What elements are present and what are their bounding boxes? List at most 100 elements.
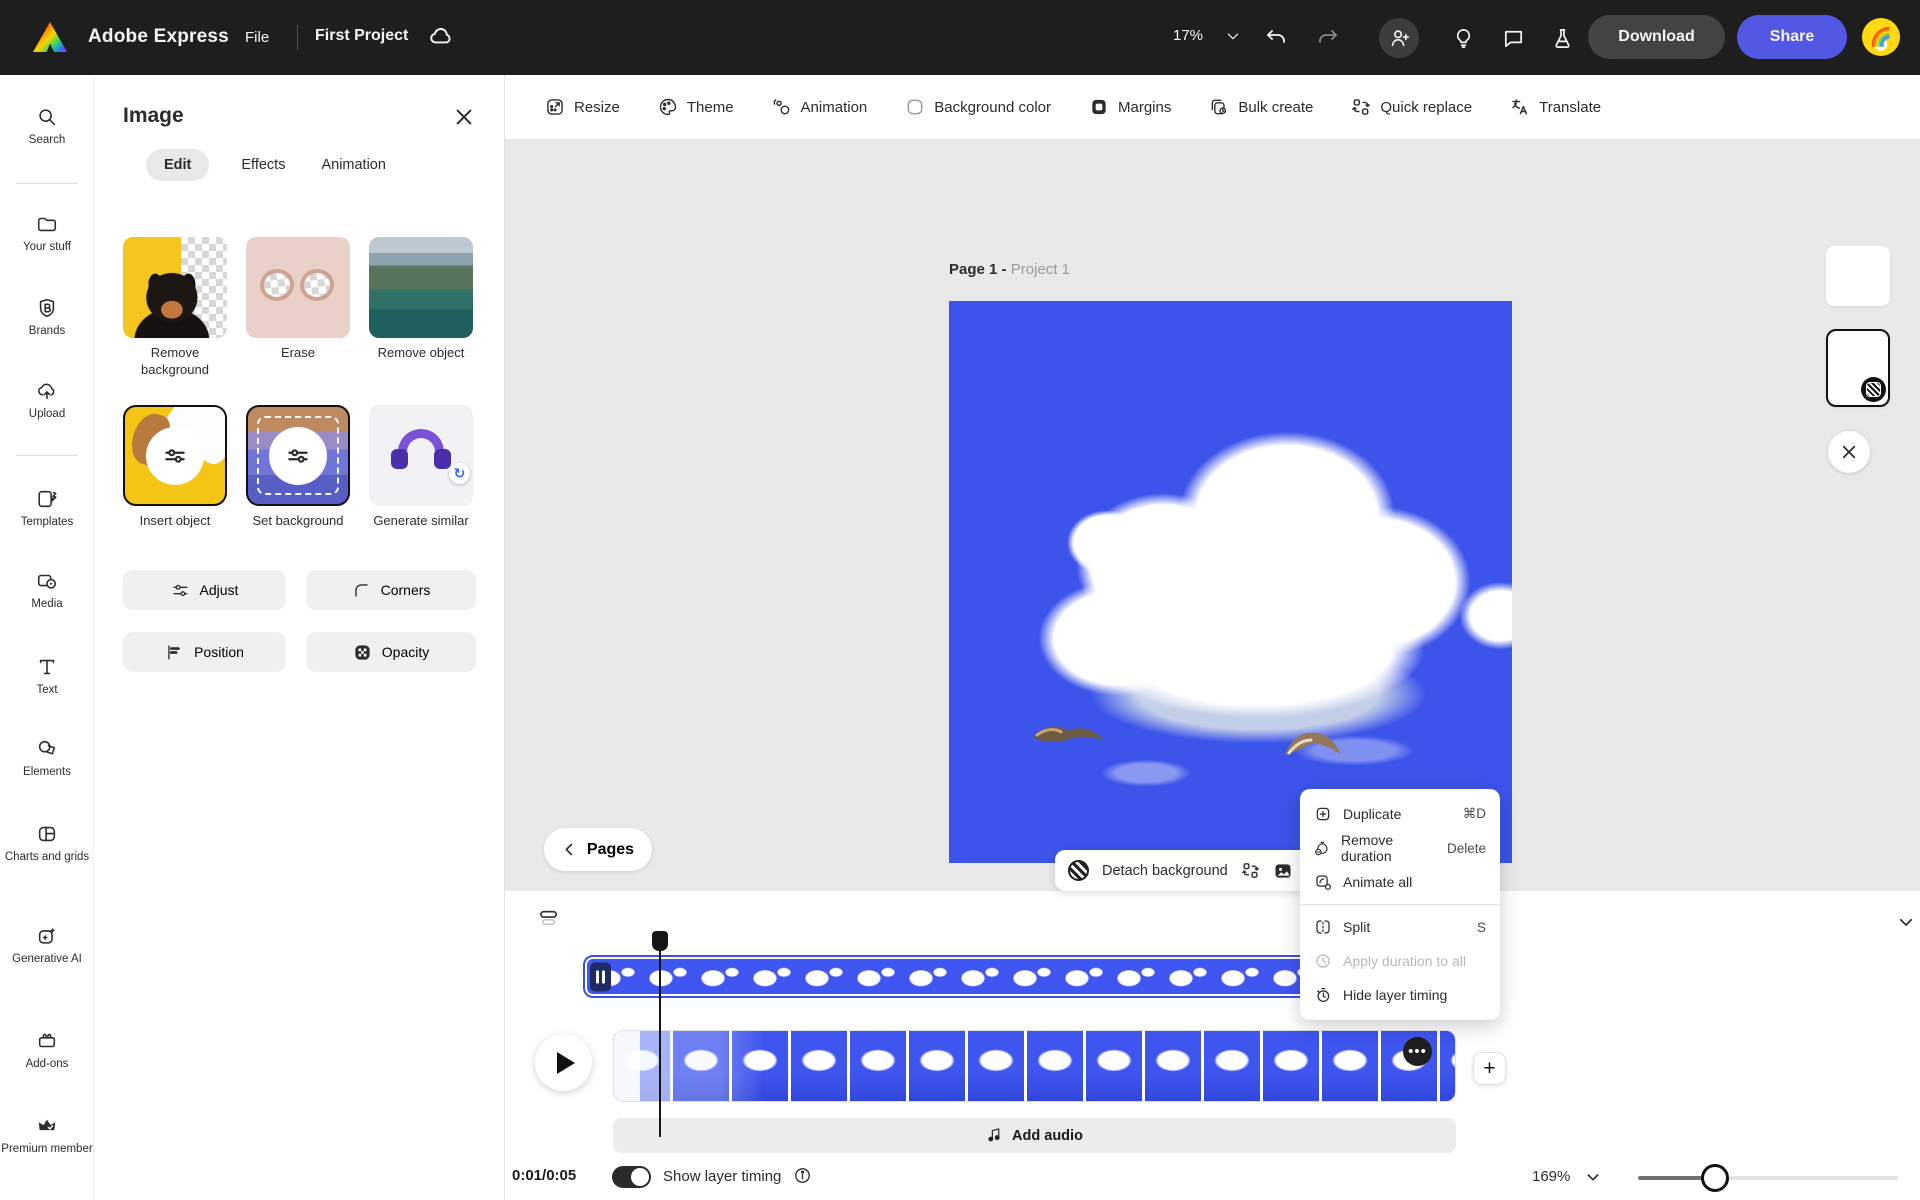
adjust-button[interactable]: Adjust [123,570,286,610]
sidebar-item-upload[interactable]: Upload [0,380,94,423]
design-canvas-sky-image[interactable] [949,301,1512,863]
menu-item-apply-duration-to-all: Apply duration to all [1300,944,1500,978]
theme-tool[interactable]: Theme [658,97,734,117]
adobe-express-logo-icon[interactable] [33,22,67,52]
canvas-zoom-control[interactable]: 17% [1173,27,1241,44]
slider-knob[interactable] [1701,1164,1729,1192]
page-thumbnail-2-selected[interactable] [1826,329,1890,407]
theme-palette-icon [658,97,678,117]
file-menu[interactable]: File [245,29,269,46]
sidebar-divider [16,455,78,456]
menu-item-remove-duration[interactable]: Remove duration Delete [1300,831,1500,865]
playhead-handle[interactable] [652,931,668,951]
invite-people-button[interactable] [1379,18,1419,58]
crown-icon [36,1115,58,1137]
download-button[interactable]: Download [1588,15,1725,59]
chevron-down-icon [1585,1169,1601,1185]
timeline-panel: ••• + Add audio 0:01/0:05 Show layer tim… [505,891,1920,1200]
sidebar-item-add-ons[interactable]: Add-ons [0,1030,94,1073]
animation-tool[interactable]: Animation [772,97,868,117]
tool-set-background[interactable]: Set background [246,405,350,530]
panel-title: Image [123,104,184,128]
redo-button[interactable] [1308,18,1348,58]
left-sidebar: Search Your stuff Brands Upload Template… [0,75,94,1200]
remove-background-thumbnail [123,237,227,338]
comments-button[interactable] [1493,18,1533,58]
pages-button[interactable]: Pages [544,828,652,871]
video-clip-track[interactable] [613,1030,1456,1102]
beta-flask-button[interactable] [1542,18,1582,58]
tab-edit[interactable]: Edit [146,149,209,181]
deselect-close-button[interactable] [1828,431,1870,473]
corners-button[interactable]: Corners [306,570,476,610]
add-audio-button[interactable]: Add audio [613,1118,1456,1153]
play-button[interactable] [535,1034,592,1091]
share-button[interactable]: Share [1737,15,1847,59]
chevron-down-icon [1897,913,1915,931]
replace-image-icon[interactable] [1273,861,1293,881]
timeline-zoom-slider[interactable] [1638,1176,1898,1180]
page-label: Page 1 - Project 1 [949,261,1070,278]
layer-list-icon[interactable] [538,909,560,932]
sidebar-item-charts-grids[interactable]: Charts and grids [0,823,94,866]
panel-close-button[interactable] [451,104,477,130]
show-layer-timing-toggle[interactable] [612,1166,651,1188]
sidebar-item-templates[interactable]: Templates [0,488,94,531]
sidebar-item-elements[interactable]: Elements [0,738,94,781]
account-avatar[interactable]: 🌈 [1862,18,1900,56]
sidebar-item-premium[interactable]: Premium member [0,1115,94,1158]
tool-insert-object[interactable]: Insert object [123,405,227,530]
canvas-zoom-value: 17% [1173,27,1203,44]
opacity-button[interactable]: Opacity [306,632,476,672]
sliders-icon [285,443,311,469]
remove-duration-icon [1314,839,1330,857]
collapse-timeline-chevron[interactable] [1897,913,1915,936]
quick-replace-icon[interactable] [1241,861,1260,880]
project-name[interactable]: First Project [315,27,408,45]
play-icon [557,1052,575,1074]
background-layer-badge-icon [1861,377,1886,402]
tab-effects[interactable]: Effects [237,149,289,181]
detach-background-button[interactable]: Detach background [1102,863,1228,879]
ideas-lightbulb-button[interactable] [1443,18,1483,58]
clip-more-options-button[interactable]: ••• [1403,1037,1432,1066]
sidebar-item-generative-ai[interactable]: Generative AI [0,925,94,968]
adjust-sliders-icon [171,581,190,600]
elements-icon [36,738,58,760]
undo-button[interactable] [1256,18,1296,58]
tool-generate-similar[interactable]: ↻ Generate similar [369,405,473,530]
sidebar-item-text[interactable]: Text [0,656,94,699]
sidebar-item-media[interactable]: Media [0,570,94,613]
timeline-zoom-chevron[interactable] [1585,1169,1601,1190]
playhead[interactable] [652,931,668,1137]
bulk-create-tool[interactable]: Bulk create [1209,97,1313,117]
sidebar-item-brands[interactable]: Brands [0,297,94,340]
tool-remove-object[interactable]: Remove object [369,237,473,362]
position-button[interactable]: Position [123,632,286,672]
translate-tool[interactable]: Translate [1510,97,1601,117]
tool-erase[interactable]: Erase [246,237,350,362]
menu-item-animate-all[interactable]: Animate all [1300,865,1500,899]
info-icon[interactable] [793,1166,812,1190]
set-background-thumbnail [246,405,350,506]
canvas-area: Page 1 - Project 1 Pages Det [505,139,1920,891]
time-display: 0:01/0:05 [512,1167,576,1184]
panel-tabs: Edit Effects Animation [146,149,390,181]
sidebar-item-your-stuff[interactable]: Your stuff [0,213,94,256]
tool-remove-background[interactable]: Remove background [123,237,227,379]
background-color-tool[interactable]: Background color [905,97,1051,117]
pause-chip-icon[interactable] [590,962,611,991]
remove-object-thumbnail [369,237,473,338]
margins-tool[interactable]: Margins [1089,97,1171,117]
menu-item-duplicate[interactable]: Duplicate ⌘D [1300,797,1500,831]
sidebar-item-search[interactable]: Search [0,106,94,149]
main-area: Resize Theme Animation Background color … [505,75,1920,1200]
resize-tool[interactable]: Resize [545,97,620,117]
tab-animation[interactable]: Animation [317,149,389,181]
quick-replace-tool[interactable]: Quick replace [1351,97,1472,117]
add-page-button[interactable]: + [1473,1052,1506,1085]
page-thumbnail-1[interactable] [1826,246,1890,306]
chevron-down-icon [1225,28,1241,44]
menu-item-hide-layer-timing[interactable]: Hide layer timing [1300,978,1500,1012]
menu-item-split[interactable]: Split S [1300,910,1500,944]
